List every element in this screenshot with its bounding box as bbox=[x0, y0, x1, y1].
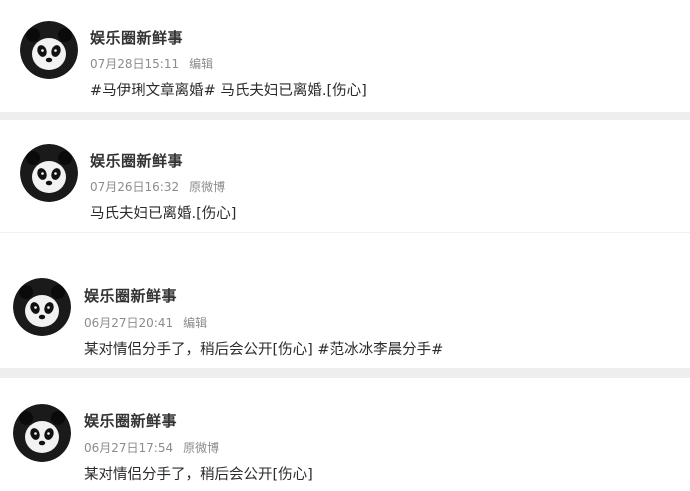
post-source[interactable]: 原微博 bbox=[183, 441, 219, 455]
post-card[interactable]: 娱乐圈新鲜事 06月27日17:54 原微博 某对情侣分手了，稍后会公开[伤心] bbox=[0, 378, 690, 491]
panda-icon bbox=[20, 21, 78, 79]
post-content: 某对情侣分手了，稍后会公开[伤心] #范冰冰李晨分手# bbox=[84, 342, 444, 358]
author-name[interactable]: 娱乐圈新鲜事 bbox=[90, 27, 183, 48]
weibo-feed: 娱乐圈新鲜事 07月28日15:11 编辑 #马伊琍文章离婚# 马氏夫妇已离婚.[… bbox=[0, 0, 690, 491]
post-card[interactable]: 娱乐圈新鲜事 07月28日15:11 编辑 #马伊琍文章离婚# 马氏夫妇已离婚.[… bbox=[0, 0, 690, 112]
panda-icon bbox=[13, 278, 71, 336]
post-card[interactable]: 娱乐圈新鲜事 06月27日20:41 编辑 某对情侣分手了，稍后会公开[伤心] #… bbox=[0, 233, 690, 368]
post-source[interactable]: 原微博 bbox=[189, 180, 225, 194]
post-time[interactable]: 06月27日17:54 bbox=[84, 441, 173, 455]
panda-icon bbox=[13, 404, 71, 462]
post-source[interactable]: 编辑 bbox=[189, 57, 213, 71]
post-meta: 06月27日17:54 原微博 bbox=[84, 439, 219, 456]
post-meta: 07月26日16:32 原微博 bbox=[90, 178, 225, 195]
avatar[interactable] bbox=[13, 404, 71, 462]
divider bbox=[0, 368, 690, 378]
post-source[interactable]: 编辑 bbox=[183, 316, 207, 330]
post-card[interactable]: 娱乐圈新鲜事 07月26日16:32 原微博 马氏夫妇已离婚.[伤心] bbox=[0, 120, 690, 232]
panda-icon bbox=[20, 144, 78, 202]
post-time[interactable]: 06月27日20:41 bbox=[84, 316, 173, 330]
divider bbox=[0, 112, 690, 120]
avatar[interactable] bbox=[20, 21, 78, 79]
post-meta: 07月28日15:11 编辑 bbox=[90, 55, 213, 72]
post-time[interactable]: 07月28日15:11 bbox=[90, 57, 179, 71]
post-meta: 06月27日20:41 编辑 bbox=[84, 314, 207, 331]
post-content: 某对情侣分手了，稍后会公开[伤心] bbox=[84, 467, 313, 483]
avatar[interactable] bbox=[20, 144, 78, 202]
author-name[interactable]: 娱乐圈新鲜事 bbox=[84, 285, 177, 306]
author-name[interactable]: 娱乐圈新鲜事 bbox=[84, 410, 177, 431]
post-content: 马氏夫妇已离婚.[伤心] bbox=[90, 206, 237, 222]
post-time[interactable]: 07月26日16:32 bbox=[90, 180, 179, 194]
avatar[interactable] bbox=[13, 278, 71, 336]
author-name[interactable]: 娱乐圈新鲜事 bbox=[90, 150, 183, 171]
post-content: #马伊琍文章离婚# 马氏夫妇已离婚.[伤心] bbox=[90, 83, 367, 99]
